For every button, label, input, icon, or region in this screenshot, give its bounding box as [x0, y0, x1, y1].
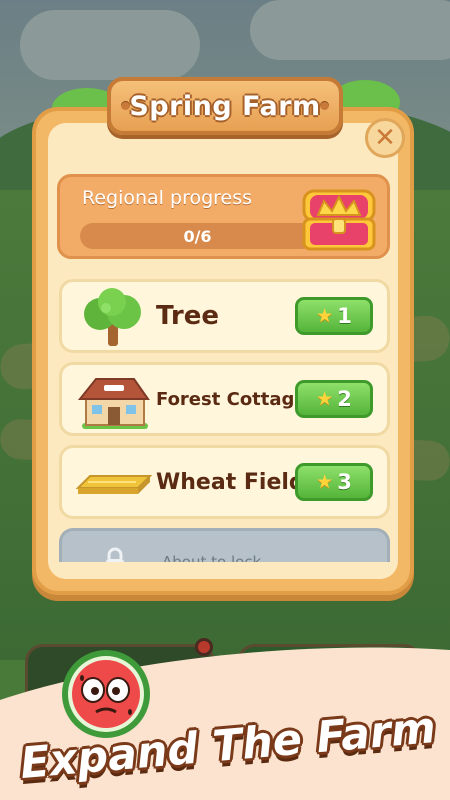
regional-progress-panel: Regional progress 0/6	[57, 174, 390, 259]
close-button[interactable]: ✕	[365, 118, 405, 158]
list-item-forest-cottage[interactable]: Forest Cottage ★ 2	[59, 362, 390, 436]
lock-icon	[106, 547, 124, 562]
item-name: Wheat Field	[156, 469, 305, 495]
progress-label: Regional progress	[82, 187, 253, 209]
cloud	[250, 0, 450, 60]
tree-icon	[84, 288, 141, 346]
item-name: Forest Cottage	[156, 388, 307, 410]
item-cost: 3	[337, 470, 352, 494]
item-cost: 2	[337, 387, 352, 411]
progress-bar: 0/6	[80, 223, 315, 249]
modal-title-plate: Spring Farm	[107, 77, 343, 135]
item-name: Tree	[156, 301, 219, 331]
star-icon: ★	[316, 388, 334, 410]
wheat-field-icon	[76, 475, 152, 494]
cottage-icon	[77, 378, 150, 429]
treasure-chest-icon[interactable]	[300, 187, 378, 253]
star-icon: ★	[316, 471, 334, 493]
cloud	[20, 10, 200, 80]
list-item-tree[interactable]: Tree ★ 1	[59, 279, 390, 353]
progress-value: 0/6	[183, 226, 212, 246]
list-item-wheat-field[interactable]: Wheat Field ★ 3	[59, 445, 390, 519]
star-icon: ★	[316, 305, 334, 327]
modal-title: Spring Farm	[129, 90, 321, 122]
list-item-locked: About to lock	[59, 528, 390, 562]
unlock-button-wheat-field[interactable]: ★ 3	[295, 463, 373, 501]
item-cost: 1	[337, 304, 352, 328]
close-icon: ✕	[374, 123, 396, 153]
unlock-button-forest-cottage[interactable]: ★ 2	[295, 380, 373, 418]
locked-item-text: About to lock	[162, 553, 262, 562]
unlock-button-tree[interactable]: ★ 1	[295, 297, 373, 335]
nail-icon	[320, 101, 329, 110]
nail-icon	[121, 101, 130, 110]
